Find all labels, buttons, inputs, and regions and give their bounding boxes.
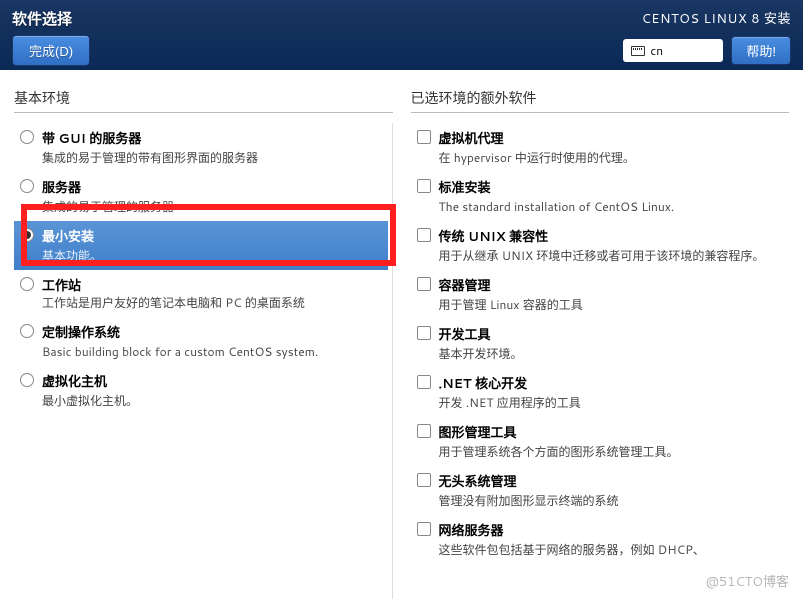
addon-item-title: 图形管理工具 <box>439 422 780 442</box>
addon-item-desc: 基本开发环境。 <box>439 345 780 362</box>
env-item[interactable]: 最小安装基本功能。 <box>14 221 388 270</box>
addon-item-title: 传统 UNIX 兼容性 <box>439 226 780 246</box>
addon-item[interactable]: 标准安装The standard installation of CentOS … <box>411 172 786 221</box>
addon-item-desc: 这些软件包包括基于网络的服务器，例如 DHCP、 <box>439 541 780 558</box>
addon-item-desc: 用于管理系统各个方面的图形系统管理工具。 <box>439 443 780 460</box>
addons-heading: 已选环境的额外软件 <box>411 88 790 113</box>
env-radio[interactable] <box>20 373 34 387</box>
addon-item-title: 网络服务器 <box>439 520 780 540</box>
env-radio[interactable] <box>20 130 34 144</box>
addon-item[interactable]: 图形管理工具用于管理系统各个方面的图形系统管理工具。 <box>411 417 786 466</box>
env-item-desc: 集成的易于管理的服务器 <box>42 198 382 215</box>
addon-item-desc: The standard installation of CentOS Linu… <box>439 198 780 215</box>
env-item[interactable]: 虚拟化主机最小虚拟化主机。 <box>14 366 388 415</box>
keyboard-icon <box>631 46 645 56</box>
env-item[interactable]: 定制操作系统Basic building block for a custom … <box>14 317 388 366</box>
env-list: 带 GUI 的服务器集成的易于管理的带有图形界面的服务器服务器集成的易于管理的服… <box>14 123 393 599</box>
addon-item-desc: 在 hypervisor 中运行时使用的代理。 <box>439 149 780 166</box>
env-item[interactable]: 服务器集成的易于管理的服务器 <box>14 172 388 221</box>
env-radio[interactable] <box>20 179 34 193</box>
env-radio[interactable] <box>20 228 34 242</box>
base-environment-column: 基本环境 带 GUI 的服务器集成的易于管理的带有图形界面的服务器服务器集成的易… <box>14 88 393 599</box>
env-item-desc: 集成的易于管理的带有图形界面的服务器 <box>42 149 382 166</box>
addons-column: 已选环境的额外软件 虚拟机代理在 hypervisor 中运行时使用的代理。标准… <box>411 88 790 599</box>
addon-item[interactable]: 容器管理用于管理 Linux 容器的工具 <box>411 270 786 319</box>
addon-checkbox[interactable] <box>417 179 431 193</box>
addon-item-title: 标准安装 <box>439 177 780 197</box>
addon-checkbox[interactable] <box>417 228 431 242</box>
env-item-desc: 工作站是用户友好的笔记本电脑和 PC 的桌面系统 <box>42 294 382 311</box>
base-env-heading: 基本环境 <box>14 88 393 113</box>
addon-item[interactable]: 开发工具基本开发环境。 <box>411 319 786 368</box>
addon-checkbox[interactable] <box>417 375 431 389</box>
addon-checkbox[interactable] <box>417 130 431 144</box>
addon-item-title: 无头系统管理 <box>439 471 780 491</box>
env-item-title: 虚拟化主机 <box>42 371 382 391</box>
page-title: 软件选择 <box>12 8 90 29</box>
env-item-title: 带 GUI 的服务器 <box>42 128 382 148</box>
addon-item-title: 虚拟机代理 <box>439 128 780 148</box>
env-item-title: 最小安装 <box>42 226 382 246</box>
addon-item[interactable]: 虚拟机代理在 hypervisor 中运行时使用的代理。 <box>411 123 786 172</box>
env-item-title: 工作站 <box>42 275 382 293</box>
keyboard-layout-text: cn <box>650 42 663 59</box>
addon-item[interactable]: 传统 UNIX 兼容性用于从继承 UNIX 环境中迁移或者可用于该环境的兼容程序… <box>411 221 786 270</box>
addon-item-desc: 用于管理 Linux 容器的工具 <box>439 296 780 313</box>
done-button[interactable]: 完成(D) <box>12 35 90 66</box>
addon-item[interactable]: 网络服务器这些软件包包括基于网络的服务器，例如 DHCP、 <box>411 515 786 564</box>
addon-list: 虚拟机代理在 hypervisor 中运行时使用的代理。标准安装The stan… <box>411 123 790 599</box>
env-item-desc: 最小虚拟化主机。 <box>42 392 382 409</box>
env-item-desc: Basic building block for a custom CentOS… <box>42 343 382 360</box>
addon-checkbox[interactable] <box>417 326 431 340</box>
env-item-title: 定制操作系统 <box>42 322 382 342</box>
addon-item-title: 容器管理 <box>439 275 780 295</box>
env-radio[interactable] <box>20 277 34 291</box>
addon-checkbox[interactable] <box>417 277 431 291</box>
addon-checkbox[interactable] <box>417 473 431 487</box>
env-item[interactable]: 工作站工作站是用户友好的笔记本电脑和 PC 的桌面系统 <box>14 270 388 317</box>
addon-item-desc: 管理没有附加图形显示终端的系统 <box>439 492 780 509</box>
addon-checkbox[interactable] <box>417 424 431 438</box>
help-button[interactable]: 帮助! <box>731 36 791 65</box>
env-item[interactable]: 带 GUI 的服务器集成的易于管理的带有图形界面的服务器 <box>14 123 388 172</box>
addon-item-title: .NET 核心开发 <box>439 373 780 393</box>
addon-item-desc: 开发 .NET 应用程序的工具 <box>439 394 780 411</box>
env-item-title: 服务器 <box>42 177 382 197</box>
addon-checkbox[interactable] <box>417 522 431 536</box>
addon-item-desc: 用于从继承 UNIX 环境中迁移或者可用于该环境的兼容程序。 <box>439 247 780 264</box>
env-radio[interactable] <box>20 324 34 338</box>
keyboard-layout-indicator[interactable]: cn <box>623 39 723 62</box>
addon-item-title: 开发工具 <box>439 324 780 344</box>
addon-item[interactable]: 无头系统管理管理没有附加图形显示终端的系统 <box>411 466 786 515</box>
env-item-desc: 基本功能。 <box>42 247 382 264</box>
brand-label: CENTOS LINUX 8 安装 <box>642 8 791 28</box>
addon-item[interactable]: .NET 核心开发开发 .NET 应用程序的工具 <box>411 368 786 417</box>
